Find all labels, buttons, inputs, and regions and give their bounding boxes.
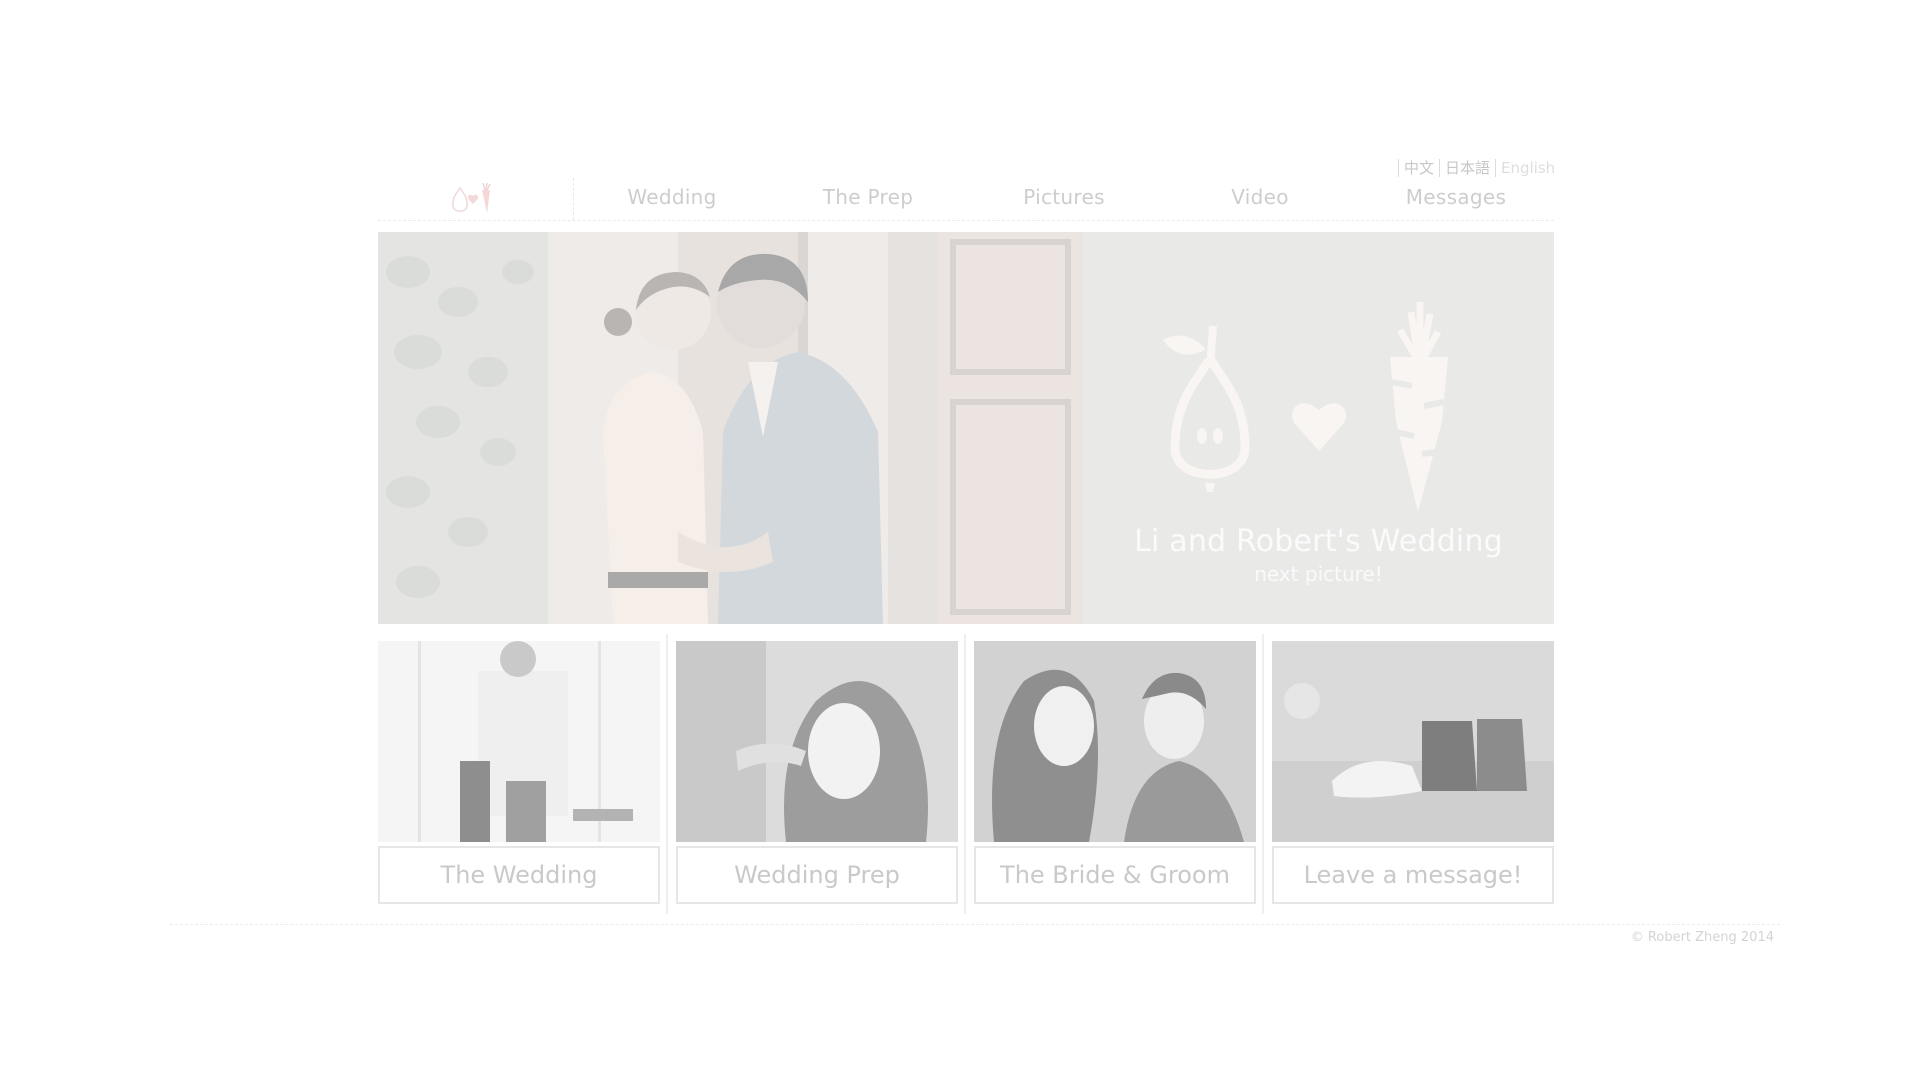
nav-video[interactable]: Video bbox=[1162, 178, 1358, 220]
tile-divider bbox=[964, 634, 966, 914]
carrot-icon bbox=[1390, 302, 1448, 512]
nav-pictures[interactable]: Pictures bbox=[966, 178, 1162, 220]
main-nav: Wedding The Prep Pictures Video Messages bbox=[378, 178, 1554, 221]
lang-japanese[interactable]: 日本語 bbox=[1439, 159, 1495, 177]
couple-embracing-photo bbox=[378, 232, 1083, 624]
nav-wedding[interactable]: Wedding bbox=[574, 178, 770, 220]
tile-wedding-prep: Wedding Prep bbox=[676, 641, 958, 904]
lang-chinese[interactable]: 中文 bbox=[1398, 159, 1439, 177]
pear-heart-carrot-logo-icon bbox=[452, 182, 491, 213]
tile-divider bbox=[666, 634, 668, 914]
hero-title-panel: Li and Robert's Wedding next picture! bbox=[1083, 232, 1554, 624]
bride-groom-button[interactable]: The Bride & Groom bbox=[974, 846, 1256, 904]
bride-makeup-photo[interactable] bbox=[676, 641, 958, 842]
site-logo[interactable] bbox=[378, 178, 574, 220]
tile-the-wedding: The Wedding bbox=[378, 641, 660, 904]
hero-title: Li and Robert's Wedding bbox=[1134, 524, 1503, 559]
leave-message-button[interactable]: Leave a message! bbox=[1272, 846, 1554, 904]
bride-groom-photo[interactable] bbox=[974, 641, 1256, 842]
the-wedding-button[interactable]: The Wedding bbox=[378, 846, 660, 904]
language-switcher: 中文 日本語 English bbox=[1398, 157, 1560, 179]
copyright-text: © Robert Zheng 2014 bbox=[1630, 930, 1774, 945]
tile-bride-groom: The Bride & Groom bbox=[974, 641, 1256, 904]
tile-divider bbox=[1262, 634, 1264, 914]
feature-tiles: The Wedding Wedding Prep The Bride & Gro… bbox=[376, 634, 1556, 916]
groom-dressing-photo[interactable] bbox=[378, 641, 660, 842]
wedding-shoes-photo[interactable] bbox=[1272, 641, 1554, 842]
lang-english[interactable]: English bbox=[1495, 159, 1560, 177]
hero-banner: Li and Robert's Wedding next picture! bbox=[378, 232, 1554, 624]
footer-divider bbox=[170, 924, 1780, 925]
nav-the-prep[interactable]: The Prep bbox=[770, 178, 966, 220]
pear-icon bbox=[1163, 325, 1250, 492]
nav-messages[interactable]: Messages bbox=[1358, 178, 1554, 220]
tile-leave-message: Leave a message! bbox=[1272, 641, 1554, 904]
hero-photo-art bbox=[378, 232, 1083, 624]
wedding-prep-button[interactable]: Wedding Prep bbox=[676, 846, 958, 904]
next-picture-link[interactable]: next picture! bbox=[1083, 562, 1554, 586]
heart-icon bbox=[1291, 403, 1347, 451]
